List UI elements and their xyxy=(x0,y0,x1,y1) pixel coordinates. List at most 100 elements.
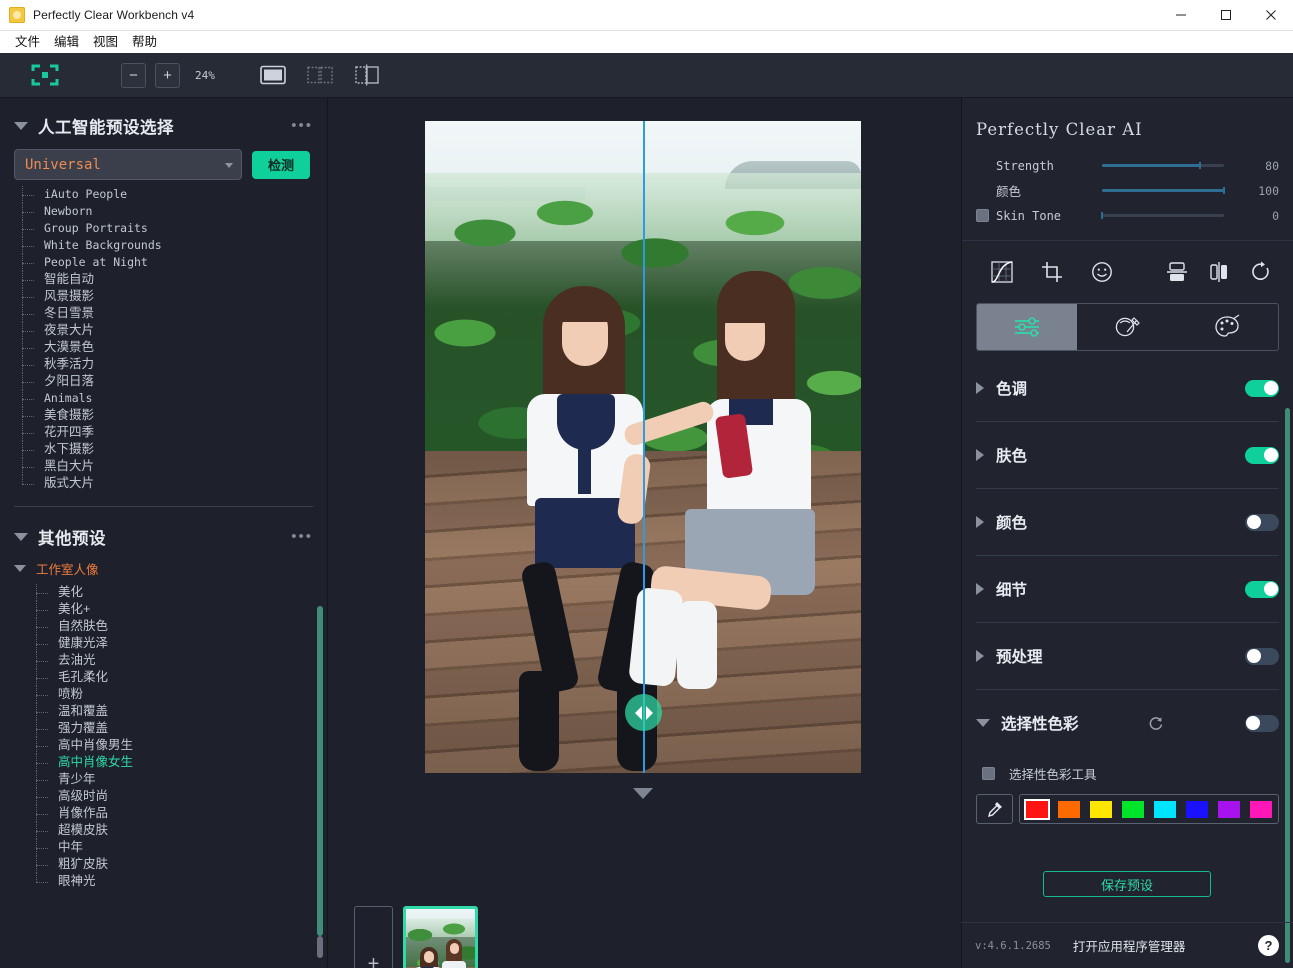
ai-preset-item[interactable]: 秋季活力 xyxy=(22,356,327,373)
tab-retouch[interactable] xyxy=(1077,304,1177,350)
collapse-filmstrip-caret-icon[interactable] xyxy=(633,788,653,799)
selective-color-tool-row[interactable]: 选择性色彩工具 xyxy=(976,756,1279,790)
single-view-icon[interactable] xyxy=(259,64,287,86)
chevron-down-icon[interactable] xyxy=(14,533,28,541)
face-icon[interactable] xyxy=(1088,259,1116,285)
slider-track[interactable] xyxy=(1102,189,1224,192)
ai-preset-item[interactable]: White Backgrounds xyxy=(22,237,327,254)
other-preset-item[interactable]: 高级时尚 xyxy=(36,788,327,805)
color-swatch[interactable] xyxy=(1154,801,1176,818)
left-panel-scrollbar-secondary[interactable] xyxy=(317,936,323,958)
other-preset-item[interactable]: 温和覆盖 xyxy=(36,703,327,720)
chevron-down-icon[interactable] xyxy=(14,565,26,572)
ai-preset-item[interactable]: Group Portraits xyxy=(22,220,327,237)
adjustment-section-toggle[interactable] xyxy=(1245,447,1279,464)
ai-preset-item[interactable]: Animals xyxy=(22,390,327,407)
crop-icon[interactable] xyxy=(1038,259,1066,285)
other-preset-item[interactable]: 高中肖像女生 xyxy=(36,754,327,771)
flip-horizontal-icon[interactable] xyxy=(1205,259,1233,285)
maximize-icon[interactable] xyxy=(1203,0,1248,31)
flip-vertical-icon[interactable] xyxy=(1163,259,1191,285)
rotate-icon[interactable] xyxy=(1247,259,1275,285)
other-preset-item[interactable]: 强力覆盖 xyxy=(36,720,327,737)
menu-help[interactable]: 帮助 xyxy=(125,31,164,53)
ai-preset-item[interactable]: 智能自动 xyxy=(22,271,327,288)
other-preset-item[interactable]: 美化 xyxy=(36,584,327,601)
selective-color-tool-checkbox[interactable] xyxy=(982,767,995,780)
preset-select[interactable]: Universal xyxy=(14,149,242,180)
chevron-right-icon[interactable] xyxy=(976,449,984,461)
add-image-button[interactable]: + xyxy=(354,906,393,968)
save-preset-button[interactable]: 保存预设 xyxy=(1043,871,1211,897)
slider-track[interactable] xyxy=(1102,214,1224,217)
other-preset-item[interactable]: 超模皮肤 xyxy=(36,822,327,839)
other-preset-item[interactable]: 毛孔柔化 xyxy=(36,669,327,686)
detect-button[interactable]: 检测 xyxy=(252,151,310,179)
side-by-side-view-icon[interactable] xyxy=(306,64,334,86)
slider-knob[interactable] xyxy=(1199,162,1201,169)
ai-preset-item[interactable]: 版式大片 xyxy=(22,475,327,492)
other-preset-item[interactable]: 青少年 xyxy=(36,771,327,788)
reset-icon[interactable] xyxy=(1148,715,1164,731)
split-view-icon[interactable] xyxy=(353,64,381,86)
ai-preset-item[interactable]: 夜景大片 xyxy=(22,322,327,339)
other-preset-item[interactable]: 中年 xyxy=(36,839,327,856)
more-options-icon[interactable]: ••• xyxy=(291,532,313,542)
chevron-right-icon[interactable] xyxy=(976,382,984,394)
ai-preset-item[interactable]: 夕阳日落 xyxy=(22,373,327,390)
ai-preset-item[interactable]: 风景摄影 xyxy=(22,288,327,305)
ai-preset-item[interactable]: 水下摄影 xyxy=(22,441,327,458)
more-options-icon[interactable]: ••• xyxy=(291,121,313,131)
right-panel-scrollbar[interactable] xyxy=(1285,408,1290,963)
close-icon[interactable] xyxy=(1248,0,1293,31)
preset-group-studio-portrait[interactable]: 工作室人像 xyxy=(0,559,327,578)
other-preset-item[interactable]: 去油光 xyxy=(36,652,327,669)
ai-preset-item[interactable]: 大漠景色 xyxy=(22,339,327,356)
chevron-right-icon[interactable] xyxy=(976,516,984,528)
chevron-down-icon[interactable] xyxy=(976,719,990,727)
help-icon[interactable]: ? xyxy=(1258,935,1279,956)
open-application-manager-link[interactable]: 打开应用程序管理器 xyxy=(1073,936,1186,955)
adjustment-section-toggle[interactable] xyxy=(1245,380,1279,397)
ai-preset-item[interactable]: 冬日雪景 xyxy=(22,305,327,322)
adjustment-section-2[interactable]: 颜色 xyxy=(976,489,1279,555)
chevron-right-icon[interactable] xyxy=(976,650,984,662)
color-swatch[interactable] xyxy=(1058,801,1080,818)
slider-knob[interactable] xyxy=(1223,187,1225,194)
ai-preset-section-header[interactable]: 人工智能预设选择 ••• xyxy=(0,98,327,144)
ai-preset-item[interactable]: 花开四季 xyxy=(22,424,327,441)
color-swatch[interactable] xyxy=(1090,801,1112,818)
menu-view[interactable]: 视图 xyxy=(86,31,125,53)
color-swatch[interactable] xyxy=(1250,801,1272,818)
minimize-icon[interactable] xyxy=(1158,0,1203,31)
other-preset-item[interactable]: 高中肖像男生 xyxy=(36,737,327,754)
ai-preset-item[interactable]: iAuto People xyxy=(22,186,327,203)
ai-preset-item[interactable]: 美食摄影 xyxy=(22,407,327,424)
adjustment-section-toggle[interactable] xyxy=(1245,514,1279,531)
color-swatch[interactable] xyxy=(1026,801,1048,818)
main-photo-preview[interactable] xyxy=(425,121,861,773)
slider-checkbox[interactable] xyxy=(976,209,989,222)
other-preset-item[interactable]: 喷粉 xyxy=(36,686,327,703)
split-compare-handle-icon[interactable] xyxy=(625,694,662,731)
split-compare-line[interactable] xyxy=(643,121,645,773)
chevron-right-icon[interactable] xyxy=(976,583,984,595)
chevron-down-icon[interactable] xyxy=(14,122,28,130)
other-preset-item[interactable]: 自然肤色 xyxy=(36,618,327,635)
menu-edit[interactable]: 编辑 xyxy=(47,31,86,53)
slider-knob[interactable] xyxy=(1101,212,1103,219)
adjustment-section-5[interactable]: 选择性色彩 xyxy=(976,690,1279,756)
other-preset-item[interactable]: 眼神光 xyxy=(36,873,327,890)
color-swatch[interactable] xyxy=(1218,801,1240,818)
other-preset-item[interactable]: 美化+ xyxy=(36,601,327,618)
color-swatch[interactable] xyxy=(1122,801,1144,818)
tab-palette[interactable] xyxy=(1178,304,1278,350)
other-preset-item[interactable]: 粗犷皮肤 xyxy=(36,856,327,873)
zoom-out-button[interactable]: − xyxy=(121,63,146,88)
adjustment-section-4[interactable]: 预处理 xyxy=(976,623,1279,689)
zoom-in-button[interactable]: + xyxy=(155,63,180,88)
other-preset-section-header[interactable]: 其他预设 ••• xyxy=(0,507,327,555)
left-panel-scrollbar[interactable] xyxy=(317,606,323,936)
other-preset-item[interactable]: 健康光泽 xyxy=(36,635,327,652)
ai-preset-item[interactable]: 黑白大片 xyxy=(22,458,327,475)
